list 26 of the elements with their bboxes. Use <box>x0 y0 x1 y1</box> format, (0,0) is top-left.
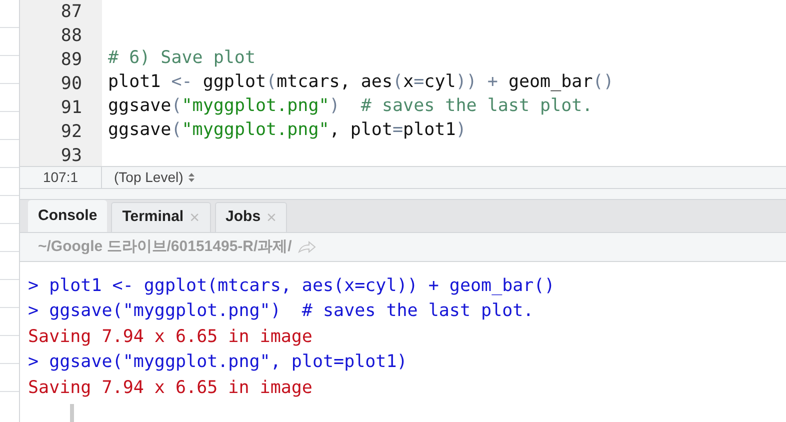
line-number: 90 <box>60 73 83 96</box>
line-number: 92 <box>60 121 83 144</box>
code-line: ggsave("myggplot.png", plot=plot1) <box>108 120 466 140</box>
code-line: # 6) Save plot <box>108 48 256 68</box>
console-line: Saving 7.94 x 6.65 in image <box>28 326 312 348</box>
line-number: 93 <box>60 145 83 166</box>
console-tab[interactable]: Console <box>28 200 108 232</box>
console-tab[interactable]: Terminal × <box>111 202 211 232</box>
updown-icon <box>188 172 196 183</box>
code-line: ggsave("myggplot.png") # saves the last plot. <box>108 96 593 116</box>
console-tab[interactable]: Jobs × <box>214 202 288 232</box>
line-number: 87 <box>60 1 83 24</box>
line-number: 89 <box>60 49 83 72</box>
line-number: 91 <box>60 97 83 120</box>
console-line: > ggsave("myggplot.png") # saves the last plot. <box>28 300 534 323</box>
scope-selector[interactable]: (Top Level) <box>102 166 196 188</box>
console-line: > plot1 <- ggplot(mtcars, aes(x=cyl)) + geom_bar() <box>28 274 555 298</box>
console-line: > ggsave("myggplot.png", plot=plot1) <box>28 351 408 374</box>
code-line: plot1 <- ggplot(mtcars, aes(x=cyl)) + geom_bar() <box>108 72 614 92</box>
pane-splitter[interactable] <box>20 188 786 200</box>
cursor-position: 107:1 <box>20 166 102 188</box>
text-cursor <box>70 404 74 422</box>
line-number: 88 <box>60 25 83 48</box>
console-line: Saving 7.94 x 6.65 in image <box>28 376 312 400</box>
arrow-icon[interactable] <box>298 240 316 253</box>
console-output[interactable]: > plot1 <- ggplot(mtcars, aes(x=cyl)) + geom_bar() > ggsave("myggplot.png") # saves the last plot. Saving 7.94 x 6.65 in image > ggsave("myggplot.png", plot=plot1) Saving 7.94 x 6.65 in image <box>20 262 786 422</box>
